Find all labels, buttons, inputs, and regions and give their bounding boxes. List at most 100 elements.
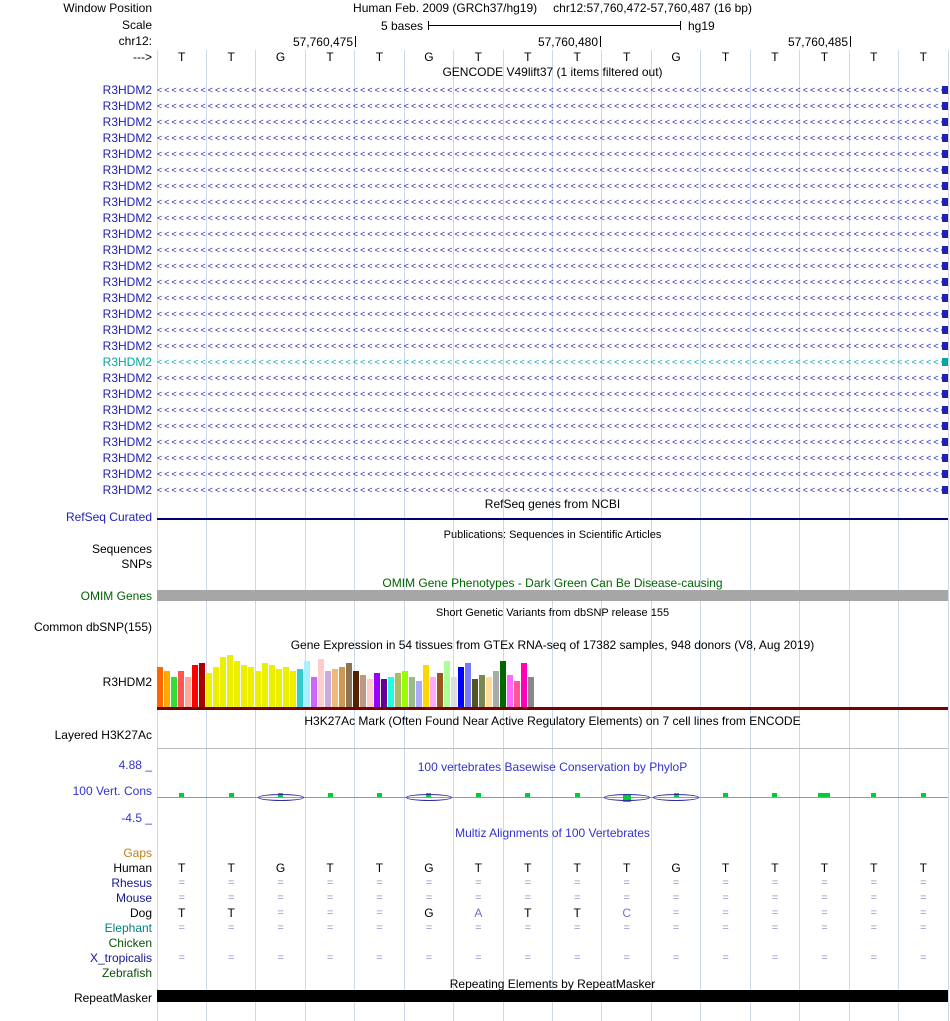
gtex-bar[interactable] xyxy=(367,679,373,707)
gtex-bar[interactable] xyxy=(493,671,499,707)
species-label-mouse[interactable]: Mouse xyxy=(0,892,152,905)
gene-exon-block[interactable] xyxy=(942,86,948,94)
gtex-bar[interactable] xyxy=(395,673,401,707)
phylop-score-mark[interactable] xyxy=(723,793,729,797)
phylop-negative-arc[interactable] xyxy=(405,794,452,801)
gtex-bar[interactable] xyxy=(430,677,436,707)
gene-exon-block[interactable] xyxy=(942,438,948,446)
gene-row-label[interactable]: R3HDM2 xyxy=(0,196,152,209)
refseq-curated-label[interactable]: RefSeq Curated xyxy=(0,511,152,524)
omim-track-title[interactable]: OMIM Gene Phenotypes - Dark Green Can Be… xyxy=(157,577,948,590)
phylop-score-mark[interactable] xyxy=(772,793,778,797)
phylop-score-mark[interactable] xyxy=(327,793,333,797)
gene-row-item[interactable]: <<<<<<<<<<<<<<<<<<<<<<<<<<<<<<<<<<<<<<<<… xyxy=(157,466,948,482)
gene-row-item[interactable]: <<<<<<<<<<<<<<<<<<<<<<<<<<<<<<<<<<<<<<<<… xyxy=(157,354,948,370)
gene-exon-block[interactable] xyxy=(942,454,948,462)
gtex-bar[interactable] xyxy=(437,673,443,707)
gtex-bar[interactable] xyxy=(199,663,205,707)
gene-row-item[interactable]: <<<<<<<<<<<<<<<<<<<<<<<<<<<<<<<<<<<<<<<<… xyxy=(157,386,948,402)
gene-row-item[interactable]: <<<<<<<<<<<<<<<<<<<<<<<<<<<<<<<<<<<<<<<<… xyxy=(157,434,948,450)
gene-row-label[interactable]: R3HDM2 xyxy=(0,164,152,177)
gtex-bar[interactable] xyxy=(283,667,289,707)
gtex-bar[interactable] xyxy=(416,681,422,707)
phylop-track-label[interactable]: 100 Vert. Cons xyxy=(0,785,152,798)
gene-exon-block[interactable] xyxy=(942,406,948,414)
gene-exon-block[interactable] xyxy=(942,358,948,366)
species-label-human[interactable]: Human xyxy=(0,862,152,875)
species-label-elephant[interactable]: Elephant xyxy=(0,922,152,935)
repeatmasker-label[interactable]: RepeatMasker xyxy=(0,992,152,1005)
gene-row-label[interactable]: R3HDM2 xyxy=(0,468,152,481)
species-label-rhesus[interactable]: Rhesus xyxy=(0,877,152,890)
gene-row-label[interactable]: R3HDM2 xyxy=(0,180,152,193)
gene-row-item[interactable]: <<<<<<<<<<<<<<<<<<<<<<<<<<<<<<<<<<<<<<<<… xyxy=(157,274,948,290)
gtex-bar[interactable] xyxy=(262,663,268,707)
phylop-score-mark[interactable] xyxy=(376,793,382,797)
gene-exon-block[interactable] xyxy=(942,118,948,126)
dbsnp-label[interactable]: Common dbSNP(155) xyxy=(0,621,152,634)
phylop-score-mark[interactable] xyxy=(228,793,234,797)
gtex-bar[interactable] xyxy=(297,669,303,707)
gene-row-item[interactable]: <<<<<<<<<<<<<<<<<<<<<<<<<<<<<<<<<<<<<<<<… xyxy=(157,178,948,194)
gene-row-label[interactable]: R3HDM2 xyxy=(0,484,152,497)
phylop-negative-arc[interactable] xyxy=(603,794,650,801)
gene-exon-block[interactable] xyxy=(942,134,948,142)
gtex-bar[interactable] xyxy=(178,671,184,707)
species-label-x-tropicalis[interactable]: X_tropicalis xyxy=(0,952,152,965)
gtex-bar[interactable] xyxy=(248,667,254,707)
refseq-track-title[interactable]: RefSeq genes from NCBI xyxy=(157,498,948,511)
gtex-bar[interactable] xyxy=(157,667,163,707)
phylop-score-mark[interactable] xyxy=(179,793,185,797)
gene-row-item[interactable]: <<<<<<<<<<<<<<<<<<<<<<<<<<<<<<<<<<<<<<<<… xyxy=(157,162,948,178)
gtex-bar[interactable] xyxy=(374,673,380,707)
gene-exon-block[interactable] xyxy=(942,294,948,302)
gtex-bar[interactable] xyxy=(255,671,261,707)
gene-row-label[interactable]: R3HDM2 xyxy=(0,228,152,241)
gene-row-label[interactable]: R3HDM2 xyxy=(0,292,152,305)
refseq-curated-item[interactable] xyxy=(157,518,948,520)
species-label-zebrafish[interactable]: Zebrafish xyxy=(0,967,152,980)
gene-row-item[interactable]: <<<<<<<<<<<<<<<<<<<<<<<<<<<<<<<<<<<<<<<<… xyxy=(157,322,948,338)
gene-row-item[interactable]: <<<<<<<<<<<<<<<<<<<<<<<<<<<<<<<<<<<<<<<<… xyxy=(157,306,948,322)
phylop-score-mark[interactable] xyxy=(818,793,831,797)
gtex-bar[interactable] xyxy=(339,667,345,707)
gene-row-item[interactable]: <<<<<<<<<<<<<<<<<<<<<<<<<<<<<<<<<<<<<<<<… xyxy=(157,130,948,146)
gtex-bar[interactable] xyxy=(528,677,534,707)
gene-row-item[interactable]: <<<<<<<<<<<<<<<<<<<<<<<<<<<<<<<<<<<<<<<<… xyxy=(157,402,948,418)
gtex-bar[interactable] xyxy=(276,669,282,707)
gene-row-label[interactable]: R3HDM2 xyxy=(0,324,152,337)
phylop-track-title[interactable]: 100 vertebrates Basewise Conservation by… xyxy=(157,761,948,774)
gtex-bar[interactable] xyxy=(458,667,464,707)
gene-exon-block[interactable] xyxy=(942,342,948,350)
gtex-gene-model-line[interactable] xyxy=(157,707,948,710)
gtex-bar[interactable] xyxy=(500,661,506,707)
gene-exon-block[interactable] xyxy=(942,470,948,478)
publications-track-title[interactable]: Publications: Sequences in Scientific Ar… xyxy=(157,529,948,542)
gtex-bar[interactable] xyxy=(213,667,219,707)
gtex-bar[interactable] xyxy=(332,669,338,707)
omim-genes-item[interactable] xyxy=(157,590,948,601)
gene-row-item[interactable]: <<<<<<<<<<<<<<<<<<<<<<<<<<<<<<<<<<<<<<<<… xyxy=(157,210,948,226)
gene-row-label[interactable]: R3HDM2 xyxy=(0,436,152,449)
gene-exon-block[interactable] xyxy=(942,422,948,430)
gene-exon-block[interactable] xyxy=(942,486,948,494)
phylop-score-mark[interactable] xyxy=(871,793,877,797)
gene-exon-block[interactable] xyxy=(942,278,948,286)
gtex-bar[interactable] xyxy=(241,665,247,707)
gene-exon-block[interactable] xyxy=(942,166,948,174)
gtex-bar[interactable] xyxy=(388,677,394,707)
gene-row-label[interactable]: R3HDM2 xyxy=(0,260,152,273)
gene-row-label[interactable]: R3HDM2 xyxy=(0,148,152,161)
phylop-negative-arc[interactable] xyxy=(257,794,304,801)
species-label-gaps[interactable]: Gaps xyxy=(0,847,152,860)
gene-row-item[interactable]: <<<<<<<<<<<<<<<<<<<<<<<<<<<<<<<<<<<<<<<<… xyxy=(157,194,948,210)
gene-row-item[interactable]: <<<<<<<<<<<<<<<<<<<<<<<<<<<<<<<<<<<<<<<<… xyxy=(157,82,948,98)
gene-row-label[interactable]: R3HDM2 xyxy=(0,452,152,465)
gtex-bar[interactable] xyxy=(465,663,471,707)
repeatmasker-item[interactable] xyxy=(157,990,948,1002)
gtex-bar[interactable] xyxy=(409,677,415,707)
gene-row-label[interactable]: R3HDM2 xyxy=(0,100,152,113)
gtex-gene-label[interactable]: R3HDM2 xyxy=(0,676,152,689)
gene-row-label[interactable]: R3HDM2 xyxy=(0,356,152,369)
gtex-bar[interactable] xyxy=(325,671,331,707)
